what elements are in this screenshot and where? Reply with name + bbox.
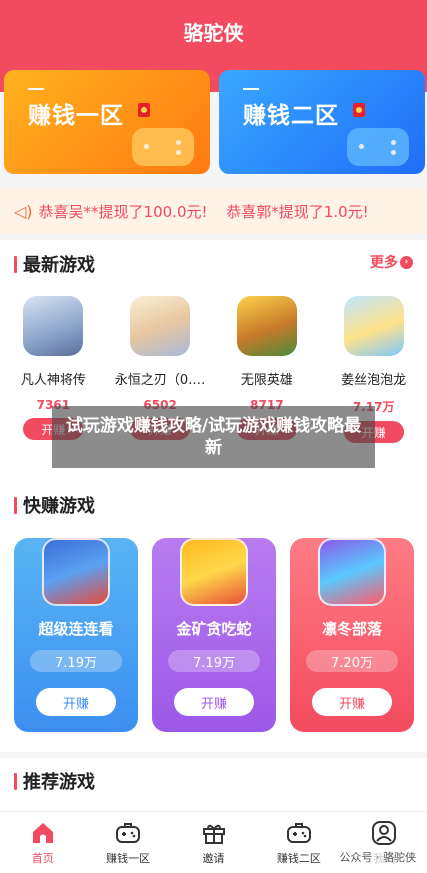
recommend-heading: 推荐游戏 [14,768,95,794]
gamepad-icon [347,128,409,166]
notice-item: 恭喜郭*提现了1.0元! [226,202,369,221]
quick-games-heading: 快赚游戏 [14,492,95,518]
watermark: 公众号 · 骆驼侠 [336,848,419,866]
play-button[interactable]: 开赚 [36,688,116,716]
gift-icon [202,824,225,844]
notice-item: 恭喜吴**提现了100.0元! [38,202,208,221]
game-icon [42,538,110,606]
play-button[interactable]: 开赚 [174,688,254,716]
decorative-line [243,88,259,90]
quick-game-card[interactable]: 凛冬部落 7.20万 开赚 [290,538,414,732]
zone-one-banner[interactable]: 赚钱一区 [4,70,210,174]
more-link[interactable]: 更多 › [370,252,413,272]
chevron-right-icon: › [400,255,413,269]
game-icon [318,538,386,606]
home-icon [32,823,53,843]
user-icon [372,821,397,845]
withdrawal-notice-bar: ◁) 恭喜吴**提现了100.0元! 恭喜郭*提现了1.0元! [0,188,427,234]
app-header: 骆驼侠 [0,0,427,62]
game-icon [236,296,297,356]
page-title: 骆驼侠 [183,20,244,45]
zone-two-title: 赚钱二区 [243,103,339,129]
zone-one-title: 赚钱一区 [28,103,124,129]
tab-zone-two[interactable]: 赚钱二区 [256,812,341,873]
game-icon [130,296,191,356]
tab-invite[interactable]: 邀请 [171,812,256,873]
game-icon [180,538,248,606]
quick-game-card[interactable]: 金矿贪吃蛇 7.19万 开赚 [152,538,276,732]
zone-two-banner[interactable]: 赚钱二区 [219,70,425,174]
decorative-line [28,88,44,90]
tab-zone-one[interactable]: 赚钱一区 [85,812,170,873]
gamepad-icon [286,823,311,843]
notice-text: 恭喜吴**提现了100.0元! 恭喜郭*提现了1.0元! [39,201,383,222]
tab-home[interactable]: 首页 [0,812,85,873]
quick-game-card[interactable]: 超级连连看 7.19万 开赚 [14,538,138,732]
gamepad-icon [132,128,194,166]
game-icon [343,296,404,356]
play-button[interactable]: 开赚 [312,688,392,716]
gamepad-icon [116,823,141,843]
game-icon [23,296,84,356]
red-envelope-icon [138,103,150,117]
red-envelope-icon [353,103,365,117]
article-title-overlay: 试玩游戏赚钱攻略/试玩游戏赚钱攻略最新 [52,406,375,468]
latest-games-heading: 最新游戏 [14,251,95,277]
speaker-icon: ◁) [14,201,33,221]
